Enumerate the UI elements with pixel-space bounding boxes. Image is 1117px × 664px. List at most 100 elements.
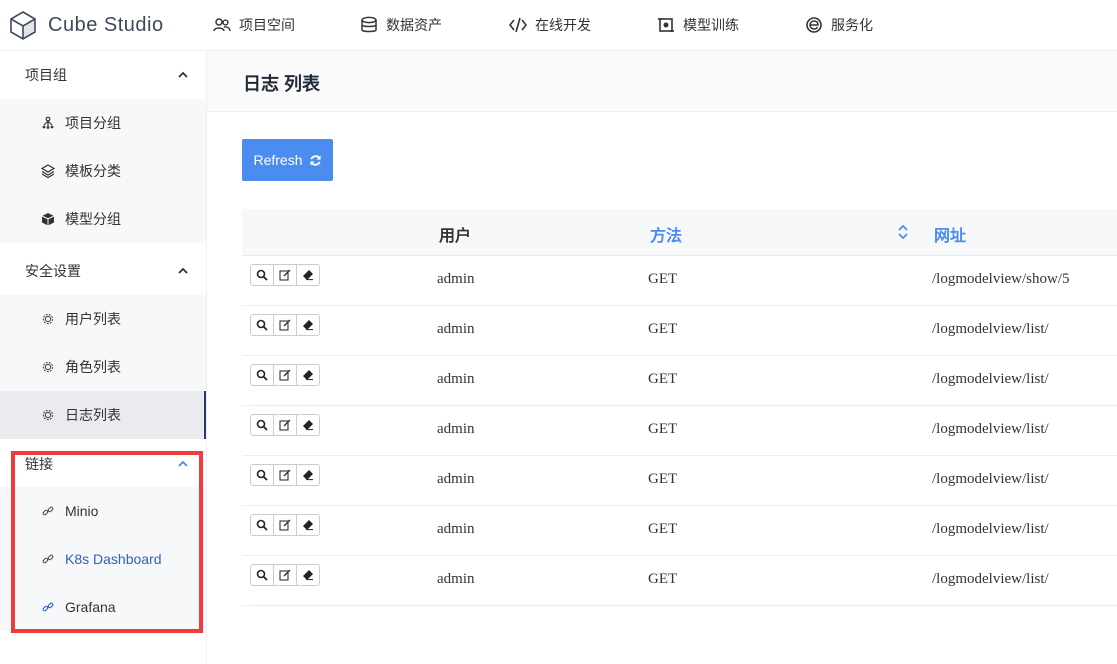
link-icon	[41, 552, 55, 566]
view-icon[interactable]	[250, 514, 274, 536]
row-actions	[250, 564, 320, 586]
sidebar-item-minio[interactable]: Minio	[0, 487, 206, 535]
sidebar: 项目组 项目分组 模板分类 模型分组 安全设置 用户列表 角色列表 日志列表 链…	[0, 51, 207, 664]
sidebar-item-model-group[interactable]: 模型分组	[0, 195, 206, 243]
gear-icon	[41, 408, 55, 422]
cell-user: admin	[437, 471, 475, 487]
cell-user: admin	[437, 371, 475, 387]
sidebar-item-label: K8s Dashboard	[65, 551, 162, 567]
table-row: admin GET/logmodelview/list/	[242, 406, 1117, 456]
edit-icon[interactable]	[273, 414, 297, 436]
nav-model-training[interactable]: 模型训练	[657, 0, 739, 50]
cell-user: admin	[437, 271, 475, 287]
sidebar-group-security[interactable]: 安全设置	[0, 247, 206, 294]
nav-label: 项目空间	[239, 17, 295, 33]
group-title: 链接	[25, 455, 53, 472]
table-row: admin GET/logmodelview/list/	[242, 506, 1117, 556]
chevron-up-icon	[178, 267, 188, 274]
gear-icon	[41, 360, 55, 374]
refresh-icon	[309, 154, 321, 166]
sidebar-item-role-list[interactable]: 角色列表	[0, 343, 206, 391]
view-icon[interactable]	[250, 314, 274, 336]
cell-url: /logmodelview/show/5	[932, 271, 1070, 287]
cell-method: GET	[648, 271, 678, 287]
column-header-method[interactable]: 方法	[650, 222, 682, 246]
sort-icon[interactable]	[897, 223, 909, 241]
app-title: Cube Studio	[48, 13, 164, 36]
edit-icon[interactable]	[273, 264, 297, 286]
cell-url: /logmodelview/list/	[932, 571, 1049, 587]
sidebar-item-label: 用户列表	[65, 311, 121, 327]
chevron-up-icon	[178, 460, 188, 467]
code-icon	[509, 17, 527, 33]
group-title: 安全设置	[25, 262, 81, 279]
delete-icon[interactable]	[296, 314, 320, 336]
link-icon	[41, 504, 55, 518]
sidebar-item-grafana[interactable]: Grafana	[0, 583, 206, 631]
delete-icon[interactable]	[296, 564, 320, 586]
sitemap-icon	[41, 116, 55, 130]
cell-method: GET	[648, 571, 678, 587]
cell-url: /logmodelview/list/	[932, 471, 1049, 487]
nav-data-assets[interactable]: 数据资产	[360, 0, 442, 50]
edit-icon[interactable]	[273, 514, 297, 536]
view-icon[interactable]	[250, 564, 274, 586]
sidebar-group-project[interactable]: 项目组	[0, 51, 206, 98]
view-icon[interactable]	[250, 364, 274, 386]
nav-project-space[interactable]: 项目空间	[213, 0, 295, 50]
ie-icon	[806, 17, 822, 33]
delete-icon[interactable]	[296, 464, 320, 486]
edit-icon[interactable]	[273, 564, 297, 586]
refresh-button[interactable]: Refresh	[242, 139, 333, 181]
table-row: admin GET/logmodelview/list/	[242, 306, 1117, 356]
table-body: admin GET/logmodelview/show/5 admin GET/log…	[242, 256, 1117, 606]
sidebar-item-label: 模型分组	[65, 211, 121, 227]
row-actions	[250, 364, 320, 386]
view-icon[interactable]	[250, 264, 274, 286]
view-icon[interactable]	[250, 414, 274, 436]
delete-icon[interactable]	[296, 364, 320, 386]
sidebar-group-links[interactable]: 链接	[0, 440, 206, 487]
delete-icon[interactable]	[296, 264, 320, 286]
cell-user: admin	[437, 521, 475, 537]
database-icon	[361, 16, 377, 33]
link-icon	[41, 600, 55, 614]
sidebar-item-label: Grafana	[65, 599, 116, 615]
cell-user: admin	[437, 571, 475, 587]
sidebar-item-label: Minio	[65, 503, 99, 519]
table-row: admin GET/logmodelview/list/	[242, 356, 1117, 406]
top-navbar: Cube Studio 项目空间 数据资产 在线开发 模型训练 服务化	[0, 0, 1117, 51]
view-icon[interactable]	[250, 464, 274, 486]
nav-serving[interactable]: 服务化	[805, 0, 873, 50]
main-content: 日志 列表 Refresh 用户 方法 网址 admin GET/logmodel…	[207, 51, 1117, 664]
nav-label: 在线开发	[535, 17, 591, 33]
sidebar-item-log-list[interactable]: 日志列表	[0, 391, 206, 439]
cell-method: GET	[648, 471, 678, 487]
table-header: 用户 方法 网址	[242, 209, 1117, 256]
page-header: 日志 列表	[207, 51, 1117, 112]
sidebar-item-user-list[interactable]: 用户列表	[0, 295, 206, 343]
column-header-user: 用户	[439, 226, 472, 245]
sidebar-item-template-category[interactable]: 模板分类	[0, 147, 206, 195]
cell-user: admin	[437, 421, 475, 437]
table-row: admin GET/logmodelview/show/5	[242, 256, 1117, 306]
sidebar-item-k8s-dashboard[interactable]: K8s Dashboard	[0, 535, 206, 583]
nav-online-dev[interactable]: 在线开发	[509, 0, 591, 50]
delete-icon[interactable]	[296, 414, 320, 436]
column-header-url[interactable]: 网址	[934, 222, 966, 246]
delete-icon[interactable]	[296, 514, 320, 536]
cell-user: admin	[437, 321, 475, 337]
nav-label: 模型训练	[683, 17, 739, 33]
table-row: admin GET/logmodelview/list/	[242, 456, 1117, 506]
sidebar-item-label: 日志列表	[65, 407, 121, 423]
edit-icon[interactable]	[273, 364, 297, 386]
cell-method: GET	[648, 421, 678, 437]
brand[interactable]: Cube Studio	[8, 6, 164, 44]
sidebar-item-project-group[interactable]: 项目分组	[0, 99, 206, 147]
gear-icon	[41, 312, 55, 326]
row-actions	[250, 514, 320, 536]
edit-icon[interactable]	[273, 314, 297, 336]
edit-icon[interactable]	[273, 464, 297, 486]
row-actions	[250, 264, 320, 286]
row-actions	[250, 464, 320, 486]
